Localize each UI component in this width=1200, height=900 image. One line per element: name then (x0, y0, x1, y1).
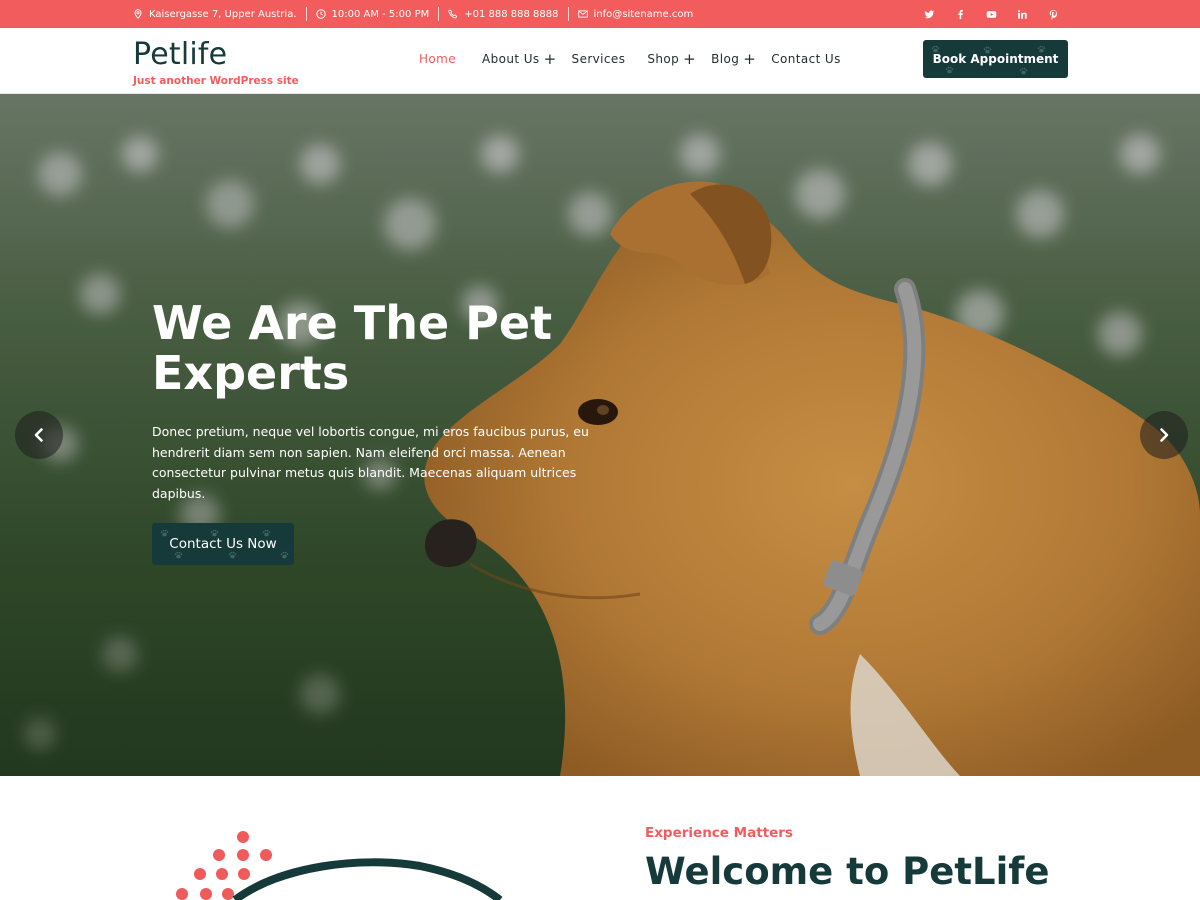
slider-next-button[interactable] (1140, 411, 1188, 459)
chevron-right-icon (1160, 428, 1169, 442)
nav-label: Blog (711, 52, 740, 66)
facebook-icon[interactable] (945, 2, 976, 26)
address-item: Kaisergasse 7, Upper Austria. (133, 7, 307, 21)
nav-item-contact-us[interactable]: Contact Us (771, 52, 841, 66)
paw-icon (174, 551, 183, 559)
slider-prev-button[interactable] (15, 411, 63, 459)
hours-text: 10:00 AM - 5:00 PM (331, 8, 430, 20)
hours-item: 10:00 AM - 5:00 PM (307, 7, 440, 21)
contact-us-now-button[interactable]: Contact Us Now (152, 523, 294, 565)
main-nav: Home About Us + Services Shop + Blog + C… (419, 52, 856, 67)
nav-item-services[interactable]: Services (572, 52, 626, 66)
social-links (914, 0, 1069, 28)
email-item[interactable]: info@sitename.com (569, 7, 703, 21)
nav-item-shop[interactable]: Shop + (647, 52, 696, 67)
location-pin-icon (134, 9, 142, 19)
address-text: Kaisergasse 7, Upper Austria. (149, 8, 297, 20)
envelope-icon (577, 10, 588, 18)
nav-label: Contact Us (771, 52, 841, 66)
hero-description: Donec pretium, neque vel lobortis congue… (152, 424, 589, 501)
paw-icon (945, 66, 954, 74)
top-bar: Kaisergasse 7, Upper Austria. 10:00 AM -… (0, 0, 1200, 28)
chevron-left-icon (34, 428, 43, 442)
phone-item[interactable]: +01 888 888 8888 (439, 7, 569, 21)
hero-slider: We Are The Pet Experts Donec pretium, ne… (0, 94, 1200, 776)
phone-icon (448, 9, 458, 19)
nav-item-blog[interactable]: Blog + (711, 52, 756, 67)
email-text[interactable]: info@sitename.com (594, 9, 694, 20)
book-appointment-button[interactable]: Book Appointment (923, 40, 1068, 78)
pinterest-icon[interactable] (1038, 2, 1069, 26)
nav-item-home[interactable]: Home (419, 52, 456, 66)
about-section: Experience Matters Welcome to PetLife (0, 776, 1200, 900)
section-kicker: Experience Matters (645, 825, 793, 841)
paw-icon (228, 551, 237, 559)
nav-label: Services (571, 52, 626, 66)
phone-text[interactable]: +01 888 888 8888 (464, 9, 558, 20)
plus-icon[interactable]: + (544, 52, 557, 67)
clock-icon (315, 9, 326, 19)
contact-us-now-label: Contact Us Now (169, 536, 277, 552)
paw-icon (160, 529, 169, 537)
book-appointment-label: Book Appointment (932, 52, 1059, 66)
nav-item-about-us[interactable]: About Us + (482, 52, 557, 67)
plus-icon[interactable]: + (683, 52, 696, 67)
hero-title: We Are The Pet Experts (152, 296, 553, 400)
paw-icon (1019, 67, 1028, 75)
linkedin-icon[interactable] (1007, 2, 1038, 26)
youtube-icon[interactable] (976, 2, 1007, 26)
contact-info: Kaisergasse 7, Upper Austria. 10:00 AM -… (133, 0, 702, 28)
nav-label: Shop (647, 52, 680, 66)
paw-icon (280, 551, 289, 559)
plus-icon[interactable]: + (743, 52, 756, 67)
site-tagline: Just another WordPress site (133, 75, 299, 87)
nav-label: Home (419, 52, 457, 66)
site-header: Petlife Just another WordPress site Home… (0, 28, 1200, 94)
twitter-icon[interactable] (914, 2, 945, 26)
section-heading: Welcome to PetLife (645, 850, 1050, 893)
site-title[interactable]: Petlife (133, 37, 227, 72)
nav-label: About Us (482, 52, 540, 66)
decorative-dots-and-circle (176, 831, 503, 900)
